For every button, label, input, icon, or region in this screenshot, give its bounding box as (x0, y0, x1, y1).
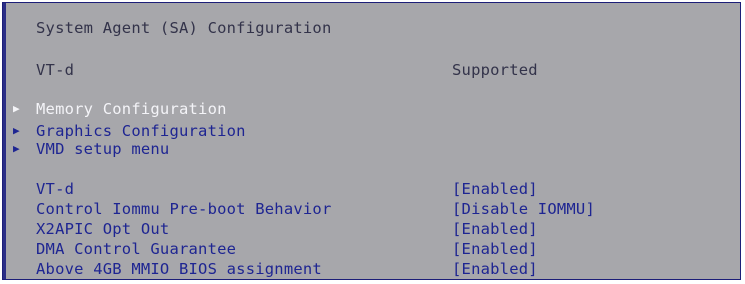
setting-label: VT-d (36, 180, 75, 198)
submenu-label: Memory Configuration (36, 100, 227, 118)
setting-value[interactable]: [Enabled] (452, 260, 538, 278)
submenu-label: VMD setup menu (36, 140, 170, 158)
info-label-vtd: VT-d (36, 61, 75, 79)
triangle-right-icon: ▶ (13, 124, 20, 137)
setting-value[interactable]: [Disable IOMMU] (452, 200, 595, 218)
setting-value[interactable]: [Enabled] (452, 240, 538, 258)
page-title: System Agent (SA) Configuration (36, 19, 332, 37)
setting-label: DMA Control Guarantee (36, 240, 237, 258)
info-value-vtd: Supported (452, 61, 538, 79)
submenu-label: Graphics Configuration (36, 122, 246, 140)
bios-setup-window: System Agent (SA) Configuration VT-d Sup… (2, 2, 741, 280)
setting-label: Control Iommu Pre-boot Behavior (36, 200, 332, 218)
setting-value[interactable]: [Enabled] (452, 180, 538, 198)
setting-value[interactable]: [Enabled] (452, 220, 538, 238)
triangle-right-icon: ▶ (13, 142, 20, 155)
triangle-right-icon: ▶ (13, 102, 20, 115)
setting-label: X2APIC Opt Out (36, 220, 170, 238)
setting-label: Above 4GB MMIO BIOS assignment (36, 260, 322, 278)
